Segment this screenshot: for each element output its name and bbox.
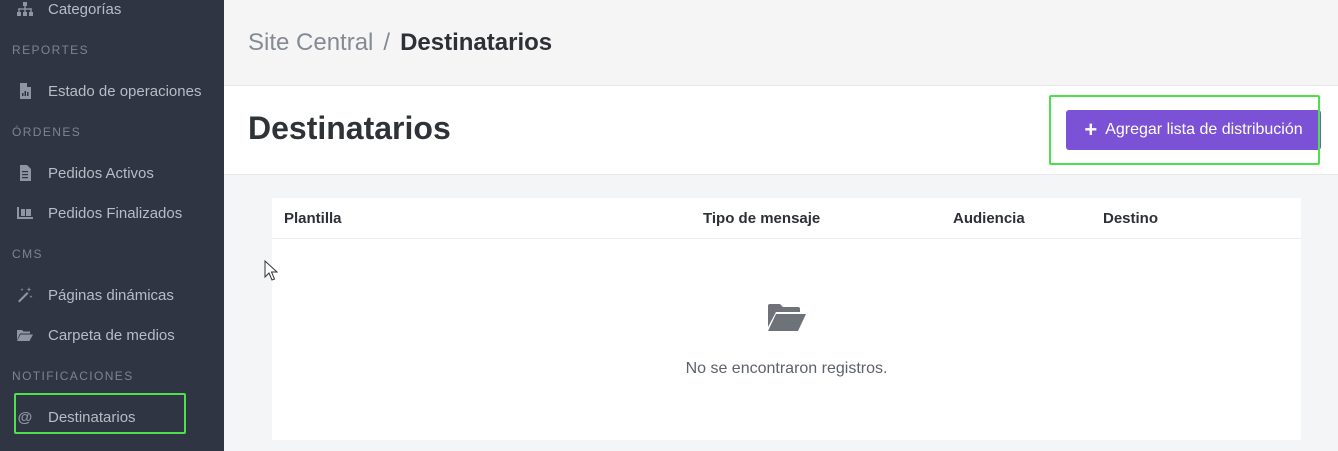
document-icon: [16, 164, 34, 182]
sidebar-item-label: Pedidos Activos: [48, 164, 154, 182]
sidebar-item-label: Páginas dinámicas: [48, 286, 174, 304]
file-chart-icon: [16, 82, 34, 100]
main-content: Site Central / Destinatarios Destinatarios…: [224, 0, 1338, 451]
column-header-audiencia[interactable]: Audiencia: [953, 210, 1025, 227]
title-bar: Destinatarios + Agregar lista de distrib…: [224, 86, 1338, 175]
section-label-reportes: REPORTES: [12, 43, 89, 57]
breadcrumb-parent[interactable]: Site Central: [248, 29, 373, 56]
sidebar-item-estado-operaciones[interactable]: Estado de operaciones: [0, 74, 224, 108]
sidebar-item-pedidos-activos[interactable]: Pedidos Activos: [0, 156, 224, 190]
breadcrumb: Site Central / Destinatarios: [248, 29, 552, 57]
sitemap-icon: [16, 0, 34, 18]
sidebar-item-label: Carpeta de medios: [48, 326, 175, 344]
sidebar-highlight-box: [14, 393, 186, 434]
pallet-icon: [16, 204, 34, 222]
sidebar-item-categorias[interactable]: Categorías: [0, 0, 224, 26]
magic-wand-icon: [16, 286, 34, 304]
sidebar-item-label: Pedidos Finalizados: [48, 204, 183, 222]
folder-open-icon: [16, 326, 34, 344]
page-title: Destinatarios: [248, 110, 451, 146]
breadcrumb-separator: /: [383, 29, 391, 56]
sidebar: Categorías REPORTES Estado de operacione…: [0, 0, 224, 451]
empty-message: No se encontraron registros.: [685, 360, 888, 377]
section-label-ordenes: ÓRDENES: [12, 125, 82, 139]
section-label-notificaciones: NOTIFICACIONES: [12, 369, 134, 383]
sidebar-item-pedidos-finalizados[interactable]: Pedidos Finalizados: [0, 196, 224, 230]
sidebar-item-paginas-dinamicas[interactable]: Páginas dinámicas: [0, 278, 224, 312]
section-label-cms: CMS: [12, 247, 43, 261]
sidebar-item-label: Categorías: [48, 0, 122, 18]
column-header-plantilla[interactable]: Plantilla: [284, 210, 342, 227]
button-highlight-box: [1049, 95, 1320, 165]
page-header: Site Central / Destinatarios: [224, 0, 1338, 86]
recipients-table: Plantilla Tipo de mensaje Audiencia Dest…: [272, 198, 1301, 440]
sidebar-item-carpeta-medios[interactable]: Carpeta de medios: [0, 318, 224, 352]
breadcrumb-current: Destinatarios: [400, 29, 553, 56]
empty-state: No se encontraron registros.: [272, 303, 1301, 378]
column-header-tipo-mensaje[interactable]: Tipo de mensaje: [703, 210, 820, 227]
mouse-cursor-icon: [264, 260, 278, 281]
folder-open-icon: [767, 304, 806, 331]
column-header-destino[interactable]: Destino: [1103, 210, 1158, 227]
content-area: Plantilla Tipo de mensaje Audiencia Dest…: [224, 175, 1338, 451]
sidebar-item-label: Estado de operaciones: [48, 82, 202, 100]
table-header: Plantilla Tipo de mensaje Audiencia Dest…: [272, 198, 1301, 239]
